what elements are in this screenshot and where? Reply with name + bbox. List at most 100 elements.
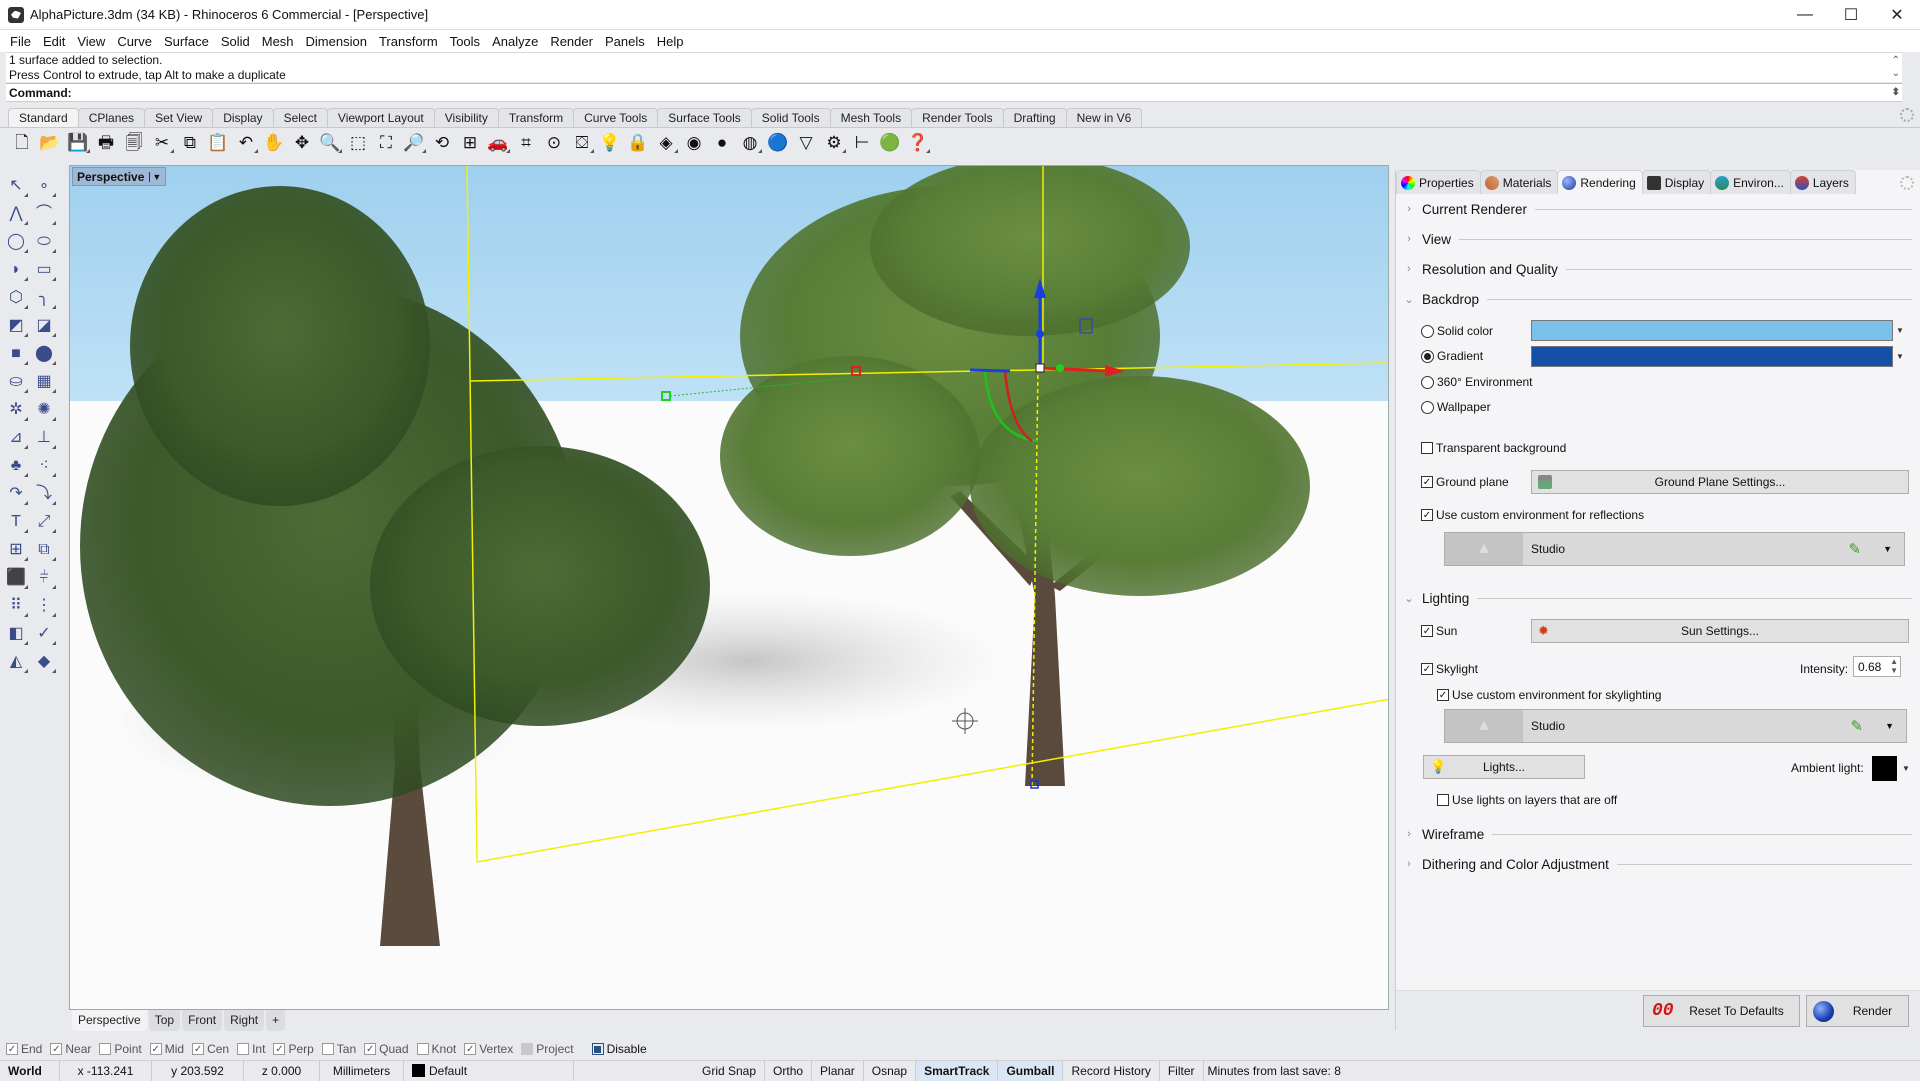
toolbar-tab-transform[interactable]: Transform (497, 108, 575, 128)
group-icon[interactable]: ♣ (4, 454, 28, 478)
panel-tab-materials[interactable]: Materials (1479, 170, 1559, 194)
menu-file[interactable]: File (4, 34, 37, 49)
checkbox[interactable] (273, 1043, 286, 1055)
current-layer[interactable]: Default (404, 1060, 574, 1081)
checkbox[interactable] (149, 1043, 162, 1055)
radio-wallpaper[interactable]: Wallpaper (1421, 400, 1491, 414)
osnap-knot[interactable]: Knot (416, 1042, 456, 1056)
toolbar-tab-render-tools[interactable]: Render Tools (911, 108, 1004, 128)
checkbox[interactable] (6, 1043, 18, 1055)
checkbox[interactable] (1437, 794, 1449, 806)
arc-icon[interactable]: ◗ (4, 258, 28, 282)
radio-button[interactable] (1421, 349, 1434, 363)
toggle-smarttrack[interactable]: SmartTrack (916, 1060, 999, 1081)
grid-array-icon[interactable]: ⠿ (4, 594, 28, 618)
custom-env-skylight-checkbox[interactable]: Use custom environment for skylighting (1437, 688, 1661, 702)
section-lighting[interactable]: ⌄ Lighting (1402, 588, 1912, 608)
shaded-car-icon[interactable]: 🚗 (486, 130, 510, 154)
cplane-indicator[interactable]: World (0, 1060, 60, 1081)
osnap-tan[interactable]: Tan (321, 1042, 356, 1056)
copy-icon[interactable]: ⧉ (178, 130, 202, 154)
menu-render[interactable]: Render (544, 34, 599, 49)
sun-checkbox[interactable]: Sun (1421, 624, 1457, 638)
units-indicator[interactable]: Millimeters (320, 1060, 404, 1081)
sun-settings-button[interactable]: ✹ Sun Settings... (1531, 619, 1909, 643)
panel-tab-rendering[interactable]: Rendering (1557, 170, 1643, 194)
ground-plane-settings-button[interactable]: Ground Plane Settings... (1531, 470, 1909, 494)
orient-icon[interactable]: ⧉ (32, 538, 56, 562)
open-folder-icon[interactable]: 📂 (38, 130, 62, 154)
move-icon[interactable]: ⤢ (32, 510, 56, 534)
select-points-icon[interactable]: ⛋ (570, 130, 594, 154)
osnap-int[interactable]: Int (237, 1042, 265, 1056)
grasshopper-icon[interactable]: 🟢 (878, 130, 902, 154)
toolbar-tab-standard[interactable]: Standard (8, 108, 79, 128)
viewport-tab-top[interactable]: Top (148, 1010, 181, 1031)
rectangle-icon[interactable]: ▭ (32, 258, 56, 282)
toolbar-tab-select[interactable]: Select (272, 108, 328, 128)
lights-button[interactable]: 💡 Lights... (1423, 755, 1585, 779)
ungroup-icon[interactable]: ⁖ (32, 454, 56, 478)
ambient-light-swatch[interactable] (1872, 756, 1897, 781)
intensity-spinner-icon[interactable]: ▲ ▼ (1890, 657, 1898, 675)
panel-settings-gear-icon[interactable] (1900, 176, 1914, 190)
menu-edit[interactable]: Edit (37, 34, 71, 49)
surface-from-points-icon[interactable]: ◩ (4, 314, 28, 338)
toggle-grid-snap[interactable]: Grid Snap (694, 1060, 766, 1081)
toggle-gumball[interactable]: Gumball (998, 1060, 1064, 1081)
checkbox[interactable] (1421, 476, 1433, 488)
explode-icon[interactable]: ✺ (32, 398, 56, 422)
maximize-button[interactable]: ☐ (1828, 0, 1874, 30)
undo-icon[interactable]: ↶ (234, 130, 258, 154)
checkbox[interactable] (1437, 689, 1449, 701)
ambient-light-dropdown-icon[interactable]: ▼ (1902, 764, 1910, 773)
osnap-vertex[interactable]: Vertex (464, 1042, 513, 1056)
checkbox[interactable] (50, 1043, 63, 1055)
menu-surface[interactable]: Surface (158, 34, 215, 49)
toolbar-settings-gear-icon[interactable] (1900, 108, 1914, 122)
command-line[interactable]: Command: ⬍ (6, 83, 1902, 102)
cut-icon[interactable]: ✂ (150, 130, 174, 154)
edit-pencil-icon[interactable]: ✎ (1851, 717, 1864, 735)
toolbar-tab-set-view[interactable]: Set View (144, 108, 214, 128)
toolbar-tab-viewport-layout[interactable]: Viewport Layout (326, 108, 435, 128)
skylight-environment-selector[interactable]: ▲ Studio ✎ ▼ (1444, 709, 1907, 743)
new-file-icon[interactable]: 🗋 (10, 130, 34, 154)
help-icon[interactable]: ❓ (906, 130, 930, 154)
checkbox[interactable] (321, 1043, 334, 1055)
polygon-icon[interactable]: ⬡ (4, 286, 28, 310)
checkbox[interactable] (464, 1043, 477, 1055)
menu-mesh[interactable]: Mesh (256, 34, 300, 49)
save-icon[interactable]: 💾 (66, 130, 90, 154)
menu-dimension[interactable]: Dimension (300, 34, 373, 49)
chevron-down-icon[interactable]: ▼ (1883, 544, 1892, 554)
dimension-tool-icon[interactable]: ⫩ (32, 566, 56, 590)
toolbar-tab-surface-tools[interactable]: Surface Tools (657, 108, 752, 128)
radio-solid-color[interactable]: Solid color (1421, 324, 1493, 338)
lights-on-off-layers-checkbox[interactable]: Use lights on layers that are off (1437, 793, 1617, 807)
trim-icon[interactable]: ⊿ (4, 426, 28, 450)
osnap-project[interactable]: Project (521, 1042, 574, 1056)
panel-tab-environ[interactable]: Environ... (1710, 170, 1791, 194)
mesh-icon[interactable]: ▦ (32, 370, 56, 394)
osnap-point[interactable]: Point (99, 1042, 142, 1056)
zoom-window-icon[interactable]: ⬚ (346, 130, 370, 154)
layers-icon[interactable]: ◈ (654, 130, 678, 154)
solid-edit-icon[interactable]: ⬛ (4, 566, 28, 590)
radio-360-environment[interactable]: 360° Environment (1421, 375, 1533, 389)
section-current-renderer[interactable]: › Current Renderer (1402, 199, 1912, 219)
render-icon[interactable]: 🔵 (766, 130, 790, 154)
radio-button[interactable] (1421, 324, 1434, 338)
custom-env-reflections-checkbox[interactable]: Use custom environment for reflections (1421, 508, 1644, 522)
menu-solid[interactable]: Solid (215, 34, 256, 49)
box-icon[interactable]: ■ (4, 342, 28, 366)
checkbox[interactable] (591, 1043, 604, 1055)
reset-to-defaults-button[interactable]: 00 Reset To Defaults (1643, 995, 1800, 1027)
panel-tab-properties[interactable]: Properties (1396, 170, 1481, 194)
viewport-tab-right[interactable]: Right (224, 1010, 265, 1031)
toolbar-tab-drafting[interactable]: Drafting (1002, 108, 1067, 128)
menu-panels[interactable]: Panels (599, 34, 651, 49)
viewport-tab-front[interactable]: Front (182, 1010, 223, 1031)
render-mesh-icon[interactable]: ◭ (4, 650, 28, 674)
circle-icon[interactable]: ◯ (4, 230, 28, 254)
